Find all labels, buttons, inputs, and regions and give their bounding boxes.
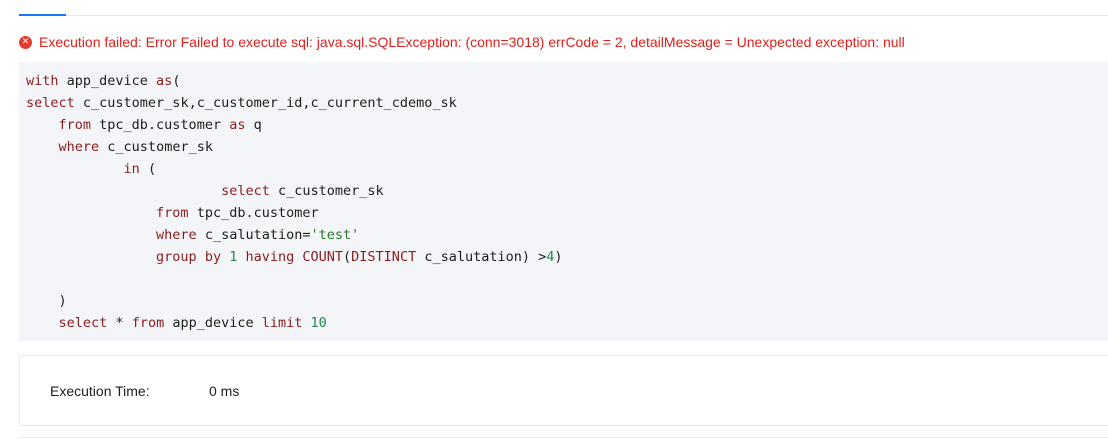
- code-token: where: [58, 139, 108, 155]
- query-result-panel: ✕ Execution failed: Error Failed to exec…: [0, 0, 1108, 447]
- bottom-divider: [19, 437, 1108, 438]
- code-token: ): [554, 249, 563, 265]
- code-token: from: [156, 205, 197, 221]
- execution-info-panel: Execution Time: 0 ms: [19, 355, 1108, 426]
- code-token: c_salutation) >: [424, 249, 547, 265]
- code-token: c_customer_sk,c_customer_id,c_current_cd…: [82, 95, 457, 111]
- execution-time-value: 0 ms: [209, 383, 240, 399]
- code-line-2: select c_customer_sk,c_customer_id,c_cur…: [26, 92, 1108, 114]
- code-line-6: select c_customer_sk: [26, 180, 1108, 202]
- code-token: c_salutation=: [204, 227, 311, 243]
- code-token: app_device: [172, 315, 262, 331]
- code-token: tpc_db.customer: [196, 205, 319, 221]
- code-token: select: [58, 315, 116, 331]
- code-token: 'test': [310, 227, 360, 243]
- code-token: q: [253, 117, 262, 133]
- code-token: DISTINCT: [351, 249, 425, 265]
- execution-time-label: Execution Time:: [50, 383, 150, 399]
- code-line-5: in (: [26, 158, 1108, 180]
- code-line-7: from tpc_db.customer: [26, 202, 1108, 224]
- code-token: ): [26, 293, 67, 309]
- code-line-4: where c_customer_sk: [26, 136, 1108, 158]
- code-token: select: [26, 95, 83, 111]
- code-token: select: [221, 183, 278, 199]
- code-token: with: [26, 73, 67, 89]
- code-token: from: [131, 315, 173, 331]
- code-token: 10: [310, 315, 327, 331]
- error-message-text: Execution failed: Error Failed to execut…: [39, 34, 905, 50]
- code-token: c_customer_sk: [277, 183, 384, 199]
- error-message-row: ✕ Execution failed: Error Failed to exec…: [19, 33, 905, 51]
- code-token: as: [156, 73, 173, 89]
- code-token: (: [172, 73, 181, 89]
- code-token: COUNT: [302, 249, 344, 265]
- code-token: in: [123, 161, 148, 177]
- error-circle-icon: ✕: [19, 35, 32, 49]
- sql-code-block: with app_device as( select c_customer_sk…: [19, 62, 1108, 341]
- code-line-9: group by 1 having COUNT(DISTINCT c_salut…: [26, 246, 1108, 268]
- code-line-1: with app_device as(: [26, 70, 1108, 92]
- code-token: *: [115, 315, 132, 331]
- code-token: where: [156, 227, 205, 243]
- code-token: tpc_db.customer: [99, 117, 230, 133]
- code-token: from: [58, 117, 100, 133]
- code-token: limit: [261, 315, 311, 331]
- code-line-12: select * from app_device limit 10: [26, 312, 1108, 334]
- code-line-3: from tpc_db.customer as q: [26, 114, 1108, 136]
- code-token: app_device: [66, 73, 157, 89]
- code-line-11: ): [26, 290, 1108, 312]
- code-token: as: [229, 117, 254, 133]
- code-token: (: [147, 161, 157, 177]
- code-token: group by: [156, 249, 230, 265]
- code-token: c_customer_sk: [107, 139, 213, 155]
- code-token: having: [245, 249, 303, 265]
- result-tab-bar: [19, 0, 1108, 16]
- active-tab-indicator[interactable]: [19, 14, 66, 16]
- code-token: (: [343, 249, 352, 265]
- code-line-8: where c_salutation='test': [26, 224, 1108, 246]
